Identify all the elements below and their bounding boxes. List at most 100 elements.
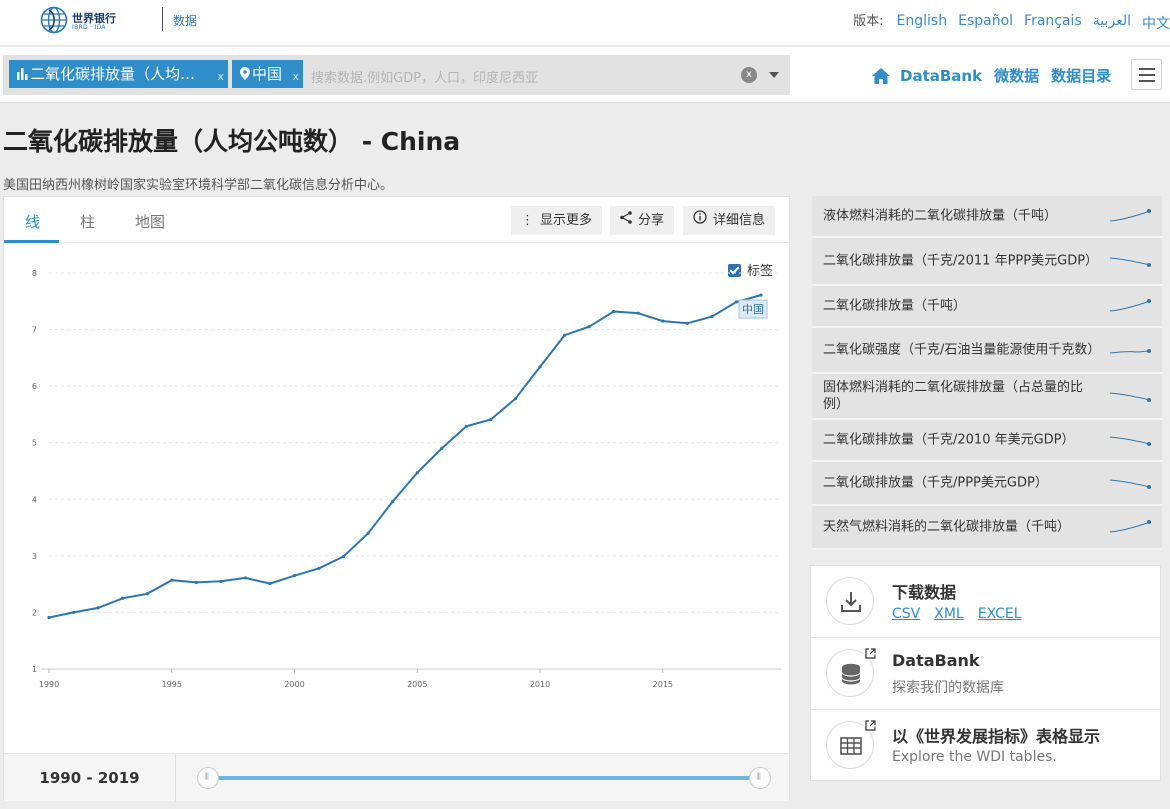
sparkline-icon	[1109, 479, 1151, 489]
year-range-label: 1990 - 2019	[4, 754, 176, 802]
section-data-link[interactable]: 数据	[173, 12, 197, 29]
year-range-bar: 1990 - 2019	[4, 753, 789, 802]
external-link-icon	[865, 648, 876, 659]
wdi-title[interactable]: 以《世界发展指标》表格显示	[892, 723, 1100, 747]
lang-arabic[interactable]: العربية	[1093, 13, 1131, 33]
x-tick-label: 2000	[284, 680, 304, 689]
data-point	[47, 615, 51, 620]
related-indicator-item[interactable]: 二氧化碳排放量（千吨）	[812, 286, 1162, 328]
data-point	[734, 300, 739, 304]
download-xml-link[interactable]: XML	[934, 606, 963, 622]
sparkline-icon	[1109, 436, 1151, 446]
sparkline-icon	[1109, 209, 1151, 222]
map-pin-icon	[240, 67, 250, 80]
top-nav: DataBank 微数据 数据目录	[872, 65, 1111, 86]
data-point	[219, 579, 223, 583]
tab-bar[interactable]: 柱	[80, 211, 95, 232]
external-link-icon	[865, 720, 876, 731]
search-input[interactable]: 搜索数据.例如GDP，人口，印度尼西亚	[311, 67, 538, 86]
download-links: CSV XML EXCEL	[892, 606, 1022, 622]
related-indicator-label: 固体燃料消耗的二氧化碳排放量（占总量的比例）	[823, 380, 1084, 412]
year-range-track[interactable]	[209, 776, 762, 780]
wdi-subtitle: Explore the WDI tables.	[892, 749, 1057, 765]
chart-panel: 线 柱 地图 ⋮ 显示更多 分享 详细信息 标签 1 2 3 4 5 6 7 8 1990 1995…	[3, 196, 790, 802]
tab-line[interactable]: 线	[25, 211, 40, 232]
y-tick-label: 5	[32, 439, 37, 448]
line-chart: 1 2 3 4 5 6 7 8 1990 1995 2000 2005 2010 2015 中国	[32, 269, 781, 689]
data-point	[489, 417, 493, 422]
data-point	[415, 471, 419, 475]
indicator-chip[interactable]: 二氧化碳排放量（人均… x	[9, 60, 228, 88]
data-point	[710, 314, 714, 319]
related-indicator-item[interactable]: 固体燃料消耗的二氧化碳排放量（占总量的比例）	[812, 374, 1162, 420]
y-tick-label: 2	[32, 608, 37, 617]
download-csv-link[interactable]: CSV	[892, 606, 920, 622]
info-icon	[693, 206, 707, 235]
related-indicator-item[interactable]: 液体燃料消耗的二氧化碳排放量（千吨）	[812, 196, 1162, 238]
y-tick-label: 4	[32, 495, 37, 504]
databank-subtitle: 探索我们的数据库	[892, 680, 1004, 696]
sparkline-icon	[1109, 299, 1151, 312]
databank-title[interactable]: DataBank	[892, 651, 980, 670]
data-point	[513, 396, 518, 401]
resource-cards: 下载数据 CSV XML EXCEL DataBank 探索我们的数据库 以《世…	[810, 565, 1161, 781]
hamburger-menu-icon[interactable]	[1131, 59, 1162, 90]
related-indicator-label: 二氧化碳排放量（千克/2011 年PPP美元GDP）	[823, 253, 1099, 269]
data-source: 美国田纳西州橡树岭国家实验室环境科学部二氧化碳信息分析中心。	[3, 178, 394, 193]
sparkline-icon	[1109, 349, 1151, 354]
country-chip-remove[interactable]: x	[292, 63, 299, 88]
nav-catalog[interactable]: 数据目录	[1051, 65, 1111, 86]
data-point	[587, 325, 591, 329]
tab-map[interactable]: 地图	[135, 211, 165, 232]
clear-search-icon[interactable]: x	[741, 67, 757, 83]
indicator-chip-label: 二氧化碳排放量（人均…	[30, 65, 196, 83]
related-indicator-item[interactable]: 天然气燃料消耗的二氧化碳排放量（千吨）	[812, 506, 1162, 550]
world-bank-logo[interactable]: 世界银行 IBRD · IDA	[40, 6, 160, 36]
data-point	[243, 576, 248, 580]
data-point	[96, 606, 100, 610]
x-tick-label: 1990	[39, 680, 59, 689]
lang-english[interactable]: English	[897, 13, 948, 33]
search-row: 二氧化碳排放量（人均… x 中国 x 搜索数据.例如GDP，人口，印度尼西亚 x…	[0, 47, 1170, 103]
sparkline-icon	[1109, 392, 1151, 402]
data-point	[145, 592, 149, 596]
lang-french[interactable]: Français	[1024, 13, 1082, 33]
download-excel-link[interactable]: EXCEL	[978, 606, 1022, 622]
globe-icon	[40, 6, 68, 34]
logo-subtitle: IBRD · IDA	[72, 24, 106, 31]
share-button[interactable]: 分享	[610, 206, 675, 235]
related-indicator-item[interactable]: 二氧化碳强度（千克/石油当量能源使用千克数）	[812, 328, 1162, 374]
wdi-card[interactable]: 以《世界发展指标》表格显示 Explore the WDI tables.	[811, 710, 1160, 782]
active-tab-indicator	[4, 240, 59, 243]
data-point	[636, 311, 640, 315]
show-more-label: 显示更多	[540, 213, 593, 228]
home-icon[interactable]	[872, 67, 890, 84]
data-point	[538, 365, 542, 369]
lang-spanish[interactable]: Español	[958, 13, 1013, 33]
databank-card[interactable]: DataBank 探索我们的数据库	[811, 638, 1160, 710]
related-indicator-label: 二氧化碳排放量（千克/PPP美元GDP）	[823, 475, 1048, 491]
bar-chart-icon	[17, 68, 28, 80]
data-point	[661, 319, 665, 323]
more-vertical-icon: ⋮	[521, 213, 534, 228]
y-tick-label: 3	[32, 552, 37, 561]
range-start-handle[interactable]	[197, 767, 219, 789]
related-indicator-label: 液体燃料消耗的二氧化碳排放量（千吨）	[823, 208, 1058, 224]
y-tick-label: 1	[32, 665, 37, 674]
related-indicator-item[interactable]: 二氧化碳排放量（千克/2011 年PPP美元GDP）	[812, 238, 1162, 286]
chevron-down-icon[interactable]	[769, 72, 779, 78]
range-end-handle[interactable]	[749, 767, 771, 789]
search-box[interactable]: 二氧化碳排放量（人均… x 中国 x 搜索数据.例如GDP，人口，印度尼西亚 x	[3, 55, 790, 95]
show-more-button[interactable]: ⋮ 显示更多	[511, 206, 603, 235]
nav-databank[interactable]: DataBank	[900, 67, 982, 85]
nav-microdata[interactable]: 微数据	[994, 65, 1039, 86]
data-point	[342, 554, 346, 559]
related-indicator-item[interactable]: 二氧化碳排放量（千克/PPP美元GDP）	[812, 462, 1162, 506]
data-point	[268, 581, 272, 586]
related-indicator-item[interactable]: 二氧化碳排放量（千克/2010 年美元GDP）	[812, 420, 1162, 462]
data-point	[170, 578, 174, 582]
details-button[interactable]: 详细信息	[683, 206, 776, 235]
indicator-chip-remove[interactable]: x	[217, 63, 224, 88]
lang-chinese[interactable]: 中文	[1142, 13, 1170, 33]
country-chip[interactable]: 中国 x	[232, 60, 303, 88]
